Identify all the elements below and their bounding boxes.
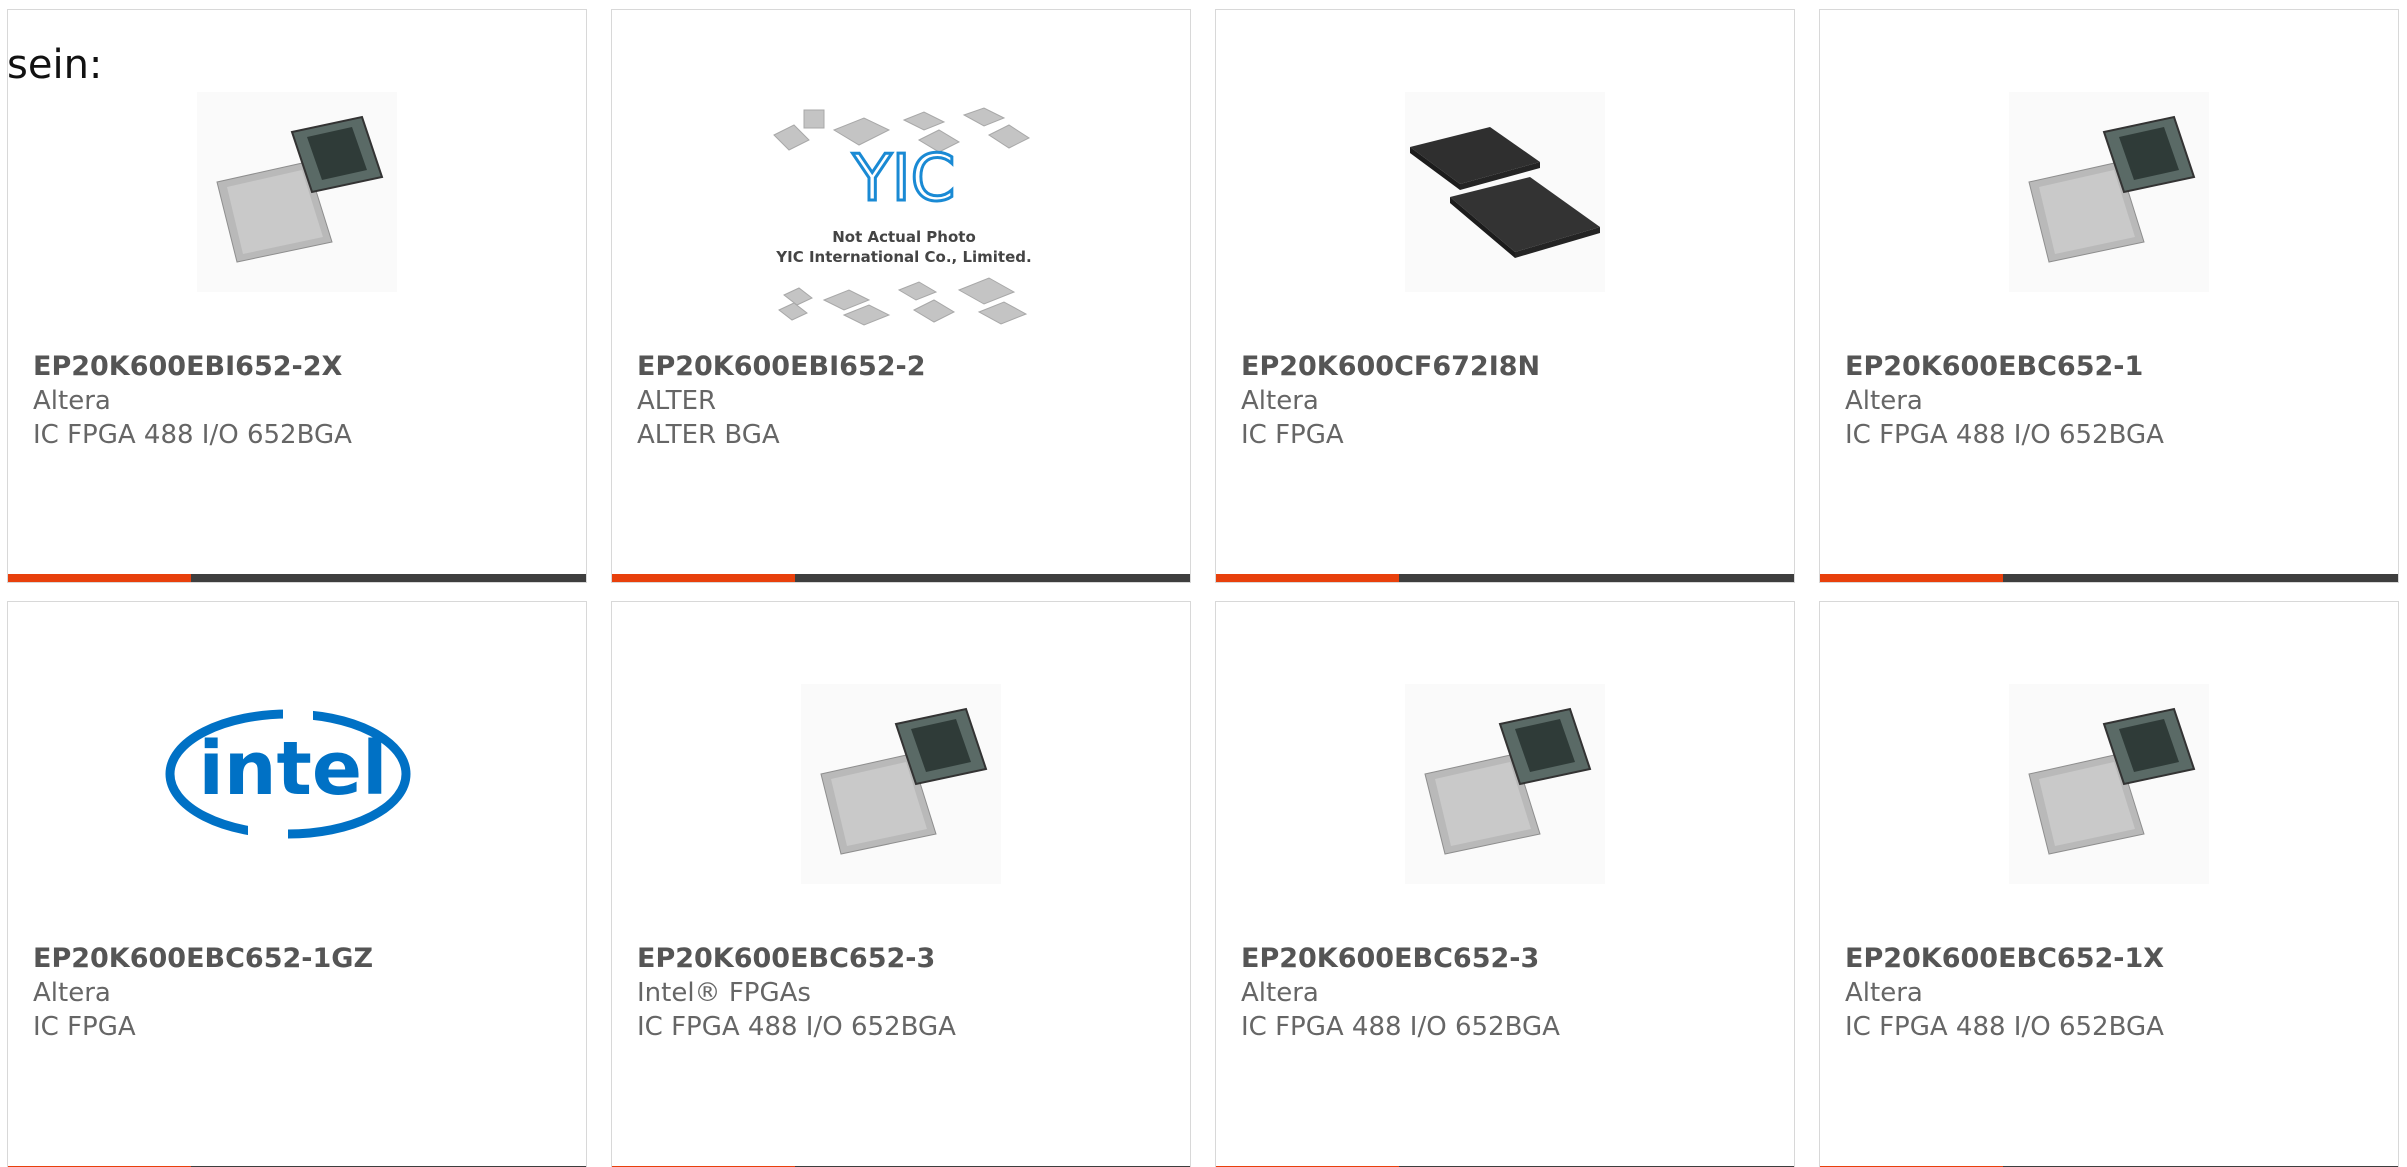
part-number[interactable]: EP20K600EBC652-1GZ [33, 942, 566, 976]
card-bottom-bar [1216, 574, 1794, 582]
part-number[interactable]: EP20K600EBC652-1 [1845, 350, 2378, 384]
card-bar-accent [8, 574, 191, 582]
product-card[interactable]: EP20K600CF672I8N Altera IC FPGA [1215, 9, 1795, 583]
manufacturer: Altera [1845, 978, 1923, 1008]
product-card[interactable]: EP20K600EBI652-2X Altera IC FPGA 488 I/O… [7, 9, 587, 583]
placeholder-line2: YIC International Co., Limited. [775, 248, 1031, 266]
part-number[interactable]: EP20K600EBC652-1X [1845, 942, 2378, 976]
intel-logo-text: intel [199, 726, 388, 812]
part-number[interactable]: EP20K600CF672I8N [1241, 350, 1774, 384]
manufacturer: Altera [33, 386, 111, 416]
manufacturer: Altera [33, 978, 111, 1008]
bga-chip-image[interactable] [1999, 674, 2219, 894]
placeholder-line1: Not Actual Photo [832, 228, 976, 246]
product-card[interactable]: EP20K600EBC652-3 Intel® FPGAs IC FPGA 48… [611, 601, 1191, 1167]
product-card[interactable]: intel EP20K600EBC652-1GZ Altera IC FPGA [7, 601, 587, 1167]
description: ALTER BGA [637, 420, 780, 450]
card-bar-accent [1820, 574, 2003, 582]
manufacturer: Altera [1241, 386, 1319, 416]
product-card[interactable]: EP20K600EBC652-3 Altera IC FPGA 488 I/O … [1215, 601, 1795, 1167]
description: IC FPGA 488 I/O 652BGA [1845, 420, 2164, 450]
manufacturer: Intel® FPGAs [637, 978, 811, 1008]
yic-logo-text: YIC [852, 142, 956, 216]
dark-bga-chips-image[interactable] [1395, 82, 1615, 302]
card-bottom-bar [1820, 574, 2398, 582]
bga-chip-image[interactable] [187, 82, 407, 302]
part-number[interactable]: EP20K600EBC652-3 [637, 942, 1170, 976]
manufacturer: ALTER [637, 386, 717, 416]
description: IC FPGA 488 I/O 652BGA [33, 420, 352, 450]
manufacturer: Altera [1241, 978, 1319, 1008]
description: IC FPGA 488 I/O 652BGA [1845, 1012, 2164, 1042]
bga-chip-image[interactable] [1395, 674, 1615, 894]
bga-chip-image[interactable] [1999, 82, 2219, 302]
part-number[interactable]: EP20K600EBI652-2X [33, 350, 566, 384]
bga-chip-image[interactable] [791, 674, 1011, 894]
product-card[interactable]: YIC Not Actual Photo YIC International C… [611, 9, 1191, 583]
description: IC FPGA 488 I/O 652BGA [1241, 1012, 1560, 1042]
description: IC FPGA 488 I/O 652BGA [637, 1012, 956, 1042]
manufacturer: Altera [1845, 386, 1923, 416]
intro-text: sein: [7, 42, 103, 88]
yic-placeholder-image[interactable]: YIC Not Actual Photo YIC International C… [764, 100, 1044, 350]
description: IC FPGA [33, 1012, 136, 1042]
card-bar-accent [612, 574, 795, 582]
part-number[interactable]: EP20K600EBC652-3 [1241, 942, 1774, 976]
product-card[interactable]: EP20K600EBC652-1 Altera IC FPGA 488 I/O … [1819, 9, 2399, 583]
intel-logo-image[interactable]: intel [153, 694, 423, 854]
card-bottom-bar [8, 574, 586, 582]
part-number[interactable]: EP20K600EBI652-2 [637, 350, 1170, 384]
card-bar-accent [1216, 574, 1399, 582]
description: IC FPGA [1241, 420, 1344, 450]
product-card[interactable]: EP20K600EBC652-1X Altera IC FPGA 488 I/O… [1819, 601, 2399, 1167]
product-grid: EP20K600EBI652-2X Altera IC FPGA 488 I/O… [7, 9, 2399, 1167]
card-bottom-bar [612, 574, 1190, 582]
